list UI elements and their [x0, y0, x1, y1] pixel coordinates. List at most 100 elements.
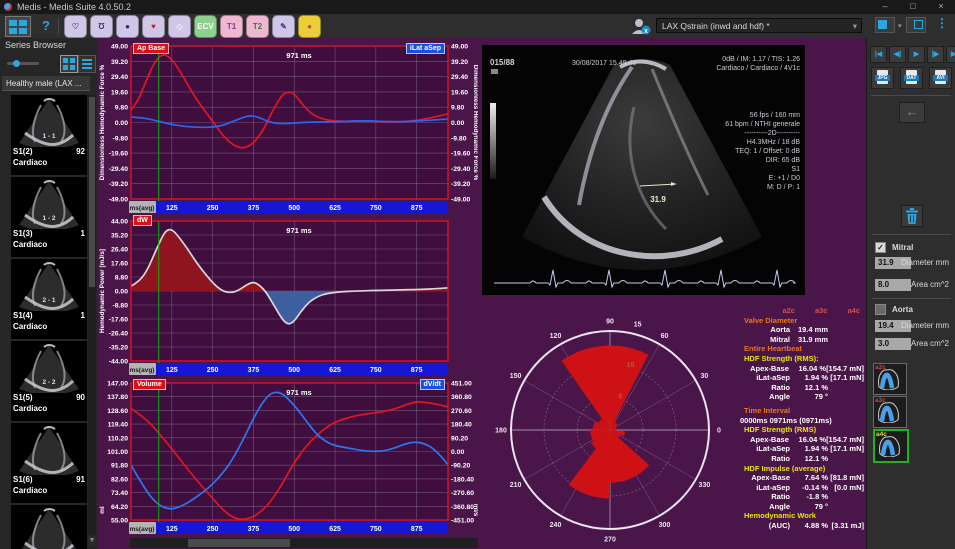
app-icon-4[interactable]: ♥: [142, 15, 165, 38]
divider: [871, 234, 951, 235]
ultrasound-image[interactable]: 015/88 30/08/2017 15.49.40 0dB / IM: 1.1…: [482, 45, 805, 295]
view-thumbnail-a4c[interactable]: a4c: [873, 429, 909, 463]
results-line: iLat-aSep1.94 %[17.1 mN]: [738, 444, 866, 454]
app-icon-10[interactable]: ●: [298, 15, 321, 38]
view-thumbnail-a2c[interactable]: a2c: [873, 363, 907, 395]
help-button[interactable]: ?: [38, 16, 54, 35]
sidebar-scrollbar[interactable]: [88, 95, 96, 535]
mitral-area-field[interactable]: 8.0: [875, 279, 911, 291]
aorta-checkbox[interactable]: [875, 304, 886, 315]
svg-text:-180.40: -180.40: [451, 476, 474, 483]
series-badge-dvdt[interactable]: dV/dt: [420, 379, 446, 390]
list-view-button[interactable]: [78, 55, 96, 73]
series-badge-volume[interactable]: Volume: [133, 379, 166, 390]
file-icon: AVI: [935, 70, 946, 84]
close-button[interactable]: ×: [927, 0, 955, 14]
results-line: Apex-Base16.04 %[154.7 mN]: [738, 364, 866, 374]
svg-text:500: 500: [288, 205, 300, 212]
last-frame-button[interactable]: ▶|: [946, 46, 955, 63]
app-icon-t2[interactable]: T2: [246, 15, 269, 38]
scrollbar-down-arrow[interactable]: ▼: [88, 536, 96, 546]
series-thumbnail[interactable]: 2 - 2 S1(5) 90 Cardiaco: [11, 341, 87, 421]
series-thumbnail[interactable]: 2 - 1 S1(4) 1 Cardiaco: [11, 259, 87, 339]
export-jpg-button[interactable]: JPG: [871, 67, 894, 89]
svg-text:-44.00: -44.00: [109, 359, 128, 366]
hdf-force-chart[interactable]: ms(avg)12525037550062575087549.0039.2029…: [97, 40, 478, 215]
app-icon-5[interactable]: ◇: [168, 15, 191, 38]
kebab-menu-icon[interactable]: ⋮: [936, 16, 948, 30]
view-label: a2c: [875, 364, 886, 371]
series-badge-ilat-asep[interactable]: iLat aSep: [406, 43, 445, 54]
play-button[interactable]: ▶: [908, 46, 925, 63]
frame-count: 92: [76, 147, 85, 156]
svg-text:Hemodynamic Power [mJ/s]: Hemodynamic Power [mJ/s]: [99, 249, 106, 333]
next-frame-button[interactable]: |▶: [927, 46, 944, 63]
results-line: Mitral31.9 mm: [738, 335, 866, 345]
chevron-down-icon[interactable]: ▾: [898, 22, 902, 30]
app-icon-1[interactable]: ♡: [64, 15, 87, 38]
view-thumbnail-a3c[interactable]: a3c: [873, 396, 907, 428]
series-thumbnail[interactable]: S1(6) 91 Cardiaco: [11, 423, 87, 503]
app-icon-ecv[interactable]: ECV: [194, 15, 217, 38]
layout-button[interactable]: [5, 16, 31, 37]
hdf-polar-chart[interactable]: 030609012015018021024027030033051015: [478, 304, 746, 549]
svg-text:9.80: 9.80: [115, 105, 128, 112]
results-line: Ratio12.1 %: [738, 383, 866, 393]
charts-h-scrollbar[interactable]: [130, 538, 478, 548]
workflow-dropdown[interactable]: LAX Qstrain (inwd and hdf) * ▾: [656, 18, 862, 33]
svg-text:-19.60: -19.60: [109, 151, 128, 158]
series-thumbnail[interactable]: 1 - 2 S1(3) 1 Cardiaco: [11, 177, 87, 257]
thumbnail-marker: 1 - 1: [11, 133, 87, 140]
series-list: 1 - 1 S1(2) 92 Cardiaco 1 - 2 S1(3) 1 Ca…: [11, 95, 87, 549]
series-thumbnail[interactable]: 1 - 1 S1(2) 92 Cardiaco: [11, 95, 87, 175]
export-avi-button[interactable]: AVI: [929, 67, 952, 89]
svg-text:375: 375: [248, 367, 260, 374]
results-line: Apex-Base7.64 %[81.8 mN]: [738, 473, 866, 483]
app-icon-2[interactable]: Ʊ: [90, 15, 113, 38]
svg-text:625: 625: [329, 526, 341, 533]
aorta-area-field[interactable]: 3.0: [875, 338, 911, 350]
svg-text:451.00: 451.00: [451, 381, 472, 388]
svg-text:971 ms: 971 ms: [286, 388, 311, 397]
app-icon-3[interactable]: ●: [116, 15, 139, 38]
toolbar-separator: [58, 18, 59, 34]
series-badge-ap-base[interactable]: Ap Base: [133, 43, 169, 54]
minimize-button[interactable]: –: [871, 0, 899, 14]
svg-text:250: 250: [207, 205, 219, 212]
prev-frame-button[interactable]: ◀|: [889, 46, 906, 63]
app-icon-t1[interactable]: T1: [220, 15, 243, 38]
first-frame-button[interactable]: |◀: [870, 46, 887, 63]
back-button[interactable]: ←: [899, 102, 925, 123]
reset-view-button[interactable]: [906, 17, 926, 33]
svg-text:44.00: 44.00: [111, 219, 128, 226]
svg-text:270.60: 270.60: [451, 408, 472, 415]
series-modality: Cardiaco: [13, 240, 47, 249]
svg-text:8.80: 8.80: [115, 275, 128, 282]
app-window: Medis - Medis Suite 4.0.50.2 – □ × ? ♡Ʊ●…: [0, 0, 955, 549]
save-view-button[interactable]: [875, 17, 895, 33]
mitral-checkbox[interactable]: ✓: [875, 242, 886, 253]
svg-text:x: x: [644, 28, 648, 35]
grid-view-button[interactable]: [60, 55, 78, 73]
svg-text:82.60: 82.60: [111, 476, 128, 483]
hemodynamic-power-chart[interactable]: ms(avg)12525037550062575087544.0035.2026…: [97, 215, 478, 377]
ultrasound-thumbnail-image: [11, 423, 87, 475]
svg-text:0.00: 0.00: [451, 449, 464, 456]
app-icon-9[interactable]: ✎: [272, 15, 295, 38]
svg-text:300: 300: [659, 522, 671, 529]
svg-text:64.20: 64.20: [111, 504, 128, 511]
export-dat-button[interactable]: DAT: [900, 67, 923, 89]
delete-button[interactable]: [901, 205, 923, 227]
volume-chart[interactable]: ms(avg)125250375500625750875147.00137.80…: [97, 377, 478, 536]
thumbnail-size-slider[interactable]: [7, 62, 39, 65]
maximize-button[interactable]: □: [899, 0, 927, 14]
thumbnail-marker: 1 - 2: [11, 215, 87, 222]
study-tab[interactable]: Healthy male (LAX ...: [2, 76, 90, 91]
series-thumbnail[interactable]: [11, 505, 87, 549]
area-unit-label: Area cm^2: [911, 279, 949, 291]
svg-text:49.00: 49.00: [451, 44, 468, 51]
svg-text:35.20: 35.20: [111, 233, 128, 240]
series-badge-dw[interactable]: dW: [133, 215, 152, 226]
user-icon[interactable]: x: [630, 17, 652, 35]
svg-text:500: 500: [288, 367, 300, 374]
